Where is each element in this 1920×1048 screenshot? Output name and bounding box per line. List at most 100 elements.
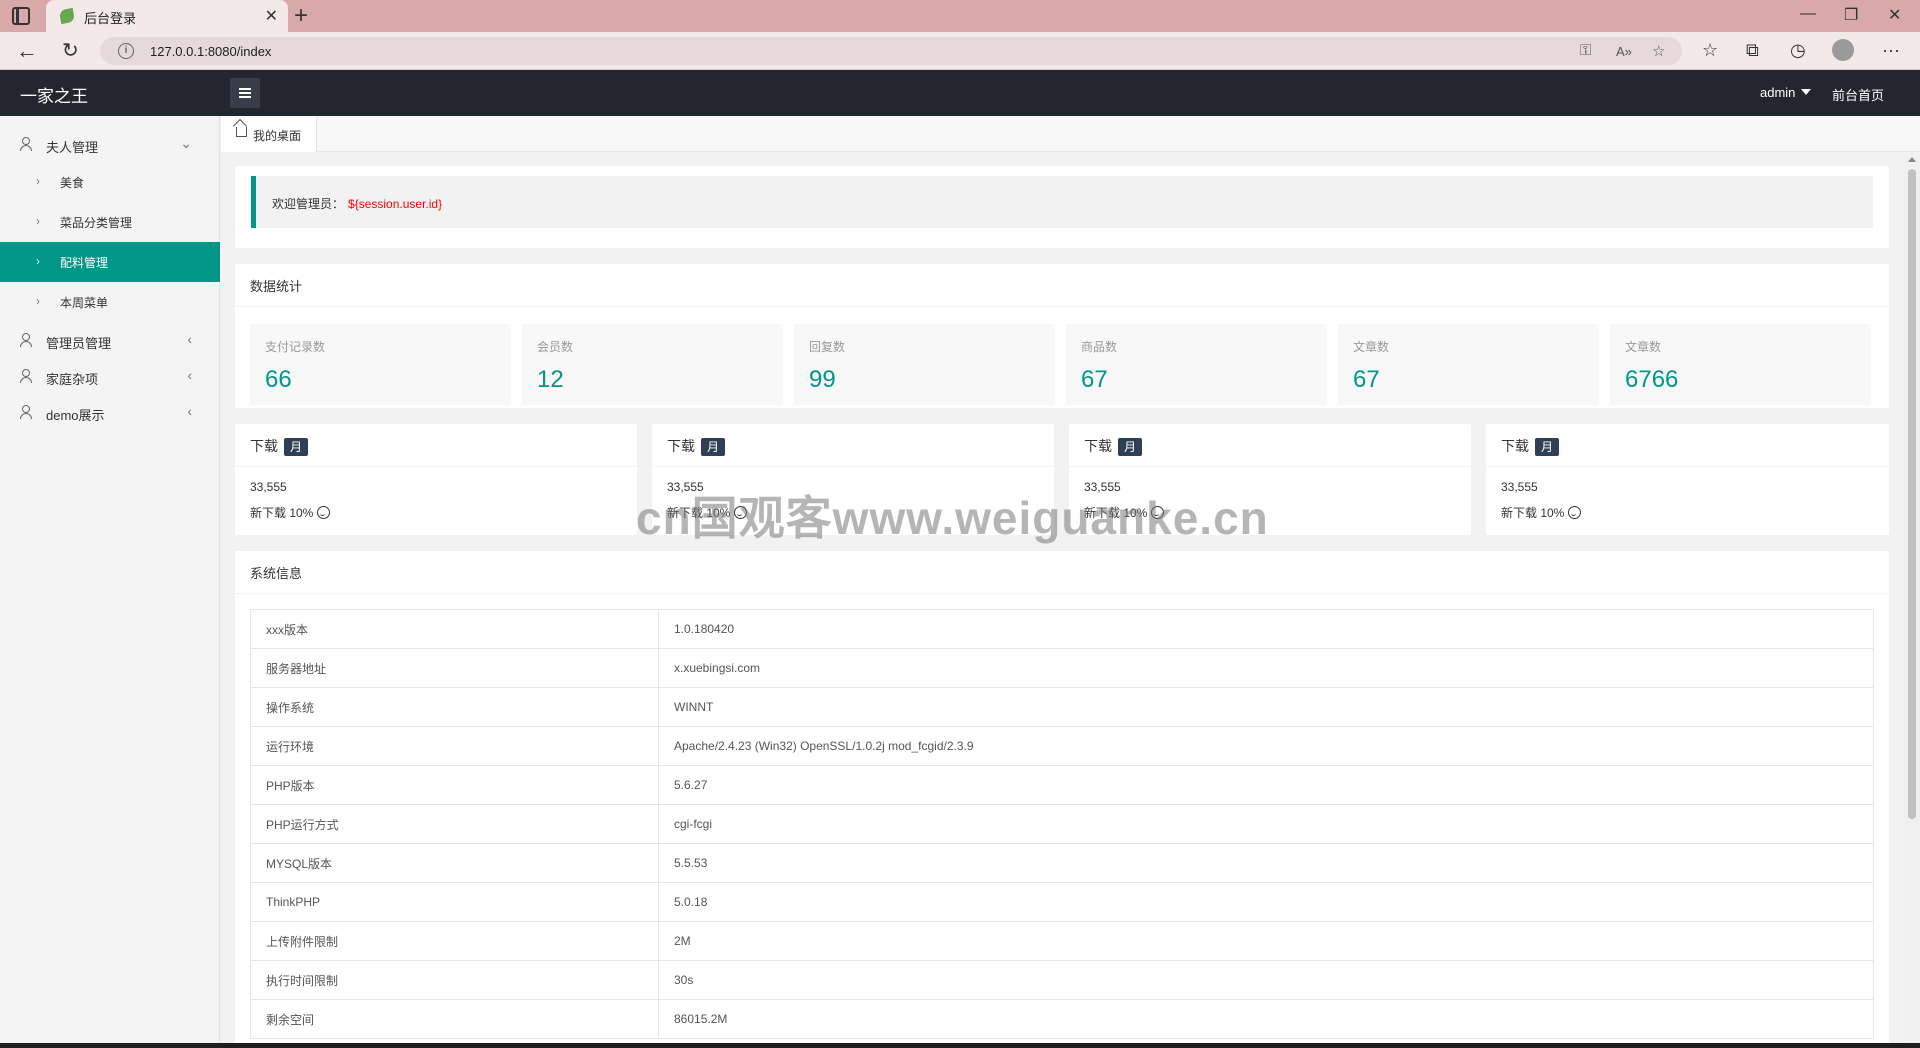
menu-toggle-button[interactable] [230,78,260,108]
browser-tab[interactable]: 后台登录 ✕ [46,0,288,32]
stat-value: 66 [265,366,292,393]
collections-icon[interactable]: ⧉ [1746,40,1759,61]
chevron-left-icon: ‹ [187,403,192,419]
sidebar-group-admin[interactable]: 管理员管理 ‹ [0,322,220,358]
more-icon[interactable]: ··· [1882,40,1900,61]
url-text: 127.0.0.1:8080/index [150,44,272,59]
read-aloud-icon[interactable]: A» [1616,44,1632,59]
stat-payments[interactable]: 支付记录数 66 [250,324,511,405]
chevron-right-icon: › [36,174,40,188]
table-row: 执行时间限制 30s [250,960,1874,1000]
history-icon[interactable]: ◷ [1790,40,1806,61]
sidebar-group-label: 家庭杂项 [46,372,99,387]
info-value: 5.0.18 [658,882,1874,922]
download-sub: 新下载 10% [250,504,331,521]
front-home-link[interactable]: 前台首页 [1832,85,1884,104]
download-number: 33,555 [250,480,287,494]
stat-articles[interactable]: 文章数 67 [1338,324,1599,405]
info-key: xxx版本 [250,609,659,649]
reload-icon[interactable]: ↻ [62,38,79,63]
stat-value: 12 [537,366,564,393]
stat-products[interactable]: 商品数 67 [1066,324,1327,405]
watermark: cn国观客www.weiguanke.cn [636,492,1269,544]
url-field[interactable]: i 127.0.0.1:8080/index ⚿ A» ☆ [100,37,1682,65]
sidebar-group-demo[interactable]: demo展示 ‹ [0,394,220,430]
stat-label: 文章数 [1625,340,1662,354]
divider [652,466,1054,467]
download-title-text: 下载 [250,438,278,454]
download-sub-text: 新下载 10% [1501,506,1565,520]
sidebar-item-label: 本周菜单 [60,296,109,310]
sidebar-group-household[interactable]: 家庭杂项 ‹ [0,358,220,394]
brand-logo[interactable]: 一家之王 [20,82,88,107]
table-row: MYSQL版本 5.5.53 [250,843,1874,883]
download-title-text: 下载 [1084,438,1112,454]
table-row: PHP运行方式 cgi-fcgi [250,804,1874,844]
stat-label: 会员数 [537,340,574,354]
stat-articles-2[interactable]: 文章数 6766 [1610,324,1871,405]
stats-title: 数据统计 [250,279,303,294]
system-info-table: xxx版本 1.0.180420 服务器地址 x.xuebingsi.com 操作系… [250,609,1874,1039]
info-value: WINNT [658,687,1874,727]
stat-replies[interactable]: 回复数 99 [794,324,1055,405]
info-key: 操作系统 [250,687,659,727]
info-key: ThinkPHP [250,882,659,922]
scroll-up-icon[interactable] [1908,157,1916,162]
sidebar-group-label: 夫人管理 [46,140,99,155]
back-icon[interactable]: ← [16,38,38,64]
info-value: 2M [658,921,1874,961]
table-row: 服务器地址 x.xuebingsi.com [250,648,1874,688]
welcome-card: 欢迎管理员： ${session.user.id} [235,166,1889,248]
divider [1486,466,1889,467]
info-value: x.xuebingsi.com [658,648,1874,688]
restore-icon[interactable]: ❐ [1844,5,1858,25]
sidebar-item-label: 菜品分类管理 [60,216,133,230]
table-row: 运行环境 Apache/2.4.23 (Win32) OpenSSL/1.0.2j… [250,726,1874,766]
user-menu[interactable]: admin [1760,85,1812,100]
new-tab-icon[interactable]: + [294,2,308,30]
download-title-text: 下载 [667,438,695,454]
browser-tab-title: 后台登录 [84,11,137,26]
table-row: ThinkPHP 5.0.18 [250,882,1874,922]
download-card: 下载月 33,555 新下载 10% [1486,424,1889,535]
sidebar-item-weekly-menu[interactable]: › 本周菜单 [0,282,220,322]
favorites-icon[interactable]: ☆ [1702,40,1718,61]
divider [235,306,1889,307]
password-key-icon[interactable]: ⚿ [1580,42,1591,59]
info-value: 30s [658,960,1874,1000]
welcome-quote: 欢迎管理员： ${session.user.id} [251,176,1873,228]
info-key: PHP版本 [250,765,659,805]
page-scrollbar[interactable] [1904,153,1920,1043]
info-value: 1.0.180420 [658,609,1874,649]
stat-members[interactable]: 会员数 12 [522,324,783,405]
download-title: 下载月 [250,436,309,456]
smile-icon [1568,506,1582,519]
chevron-down-icon: ⌄ [180,135,192,151]
tab-actions-icon[interactable] [12,7,30,25]
close-tab-icon[interactable]: ✕ [265,6,278,26]
sidebar-group-wife[interactable]: 夫人管理 ⌄ [0,126,220,162]
site-info-icon[interactable]: i [118,43,134,59]
table-row: 剩余空间 86015.2M [250,999,1874,1039]
browser-tab-bar: 后台登录 ✕ + — ❐ ✕ [0,0,1920,32]
sidebar-item-ingredients[interactable]: › 配料管理 [0,242,220,282]
close-window-icon[interactable]: ✕ [1888,5,1901,25]
user-icon [20,405,32,419]
user-icon [20,369,32,383]
spring-leaf-icon [58,7,76,25]
stat-value: 67 [1081,366,1108,393]
chevron-left-icon: ‹ [187,331,192,347]
table-row: xxx版本 1.0.180420 [250,609,1874,649]
minimize-icon[interactable]: — [1800,5,1816,23]
tab-my-desktop[interactable]: 我的桌面 [221,116,317,152]
smile-icon [317,506,331,519]
chevron-right-icon: › [36,254,40,268]
sidebar-item-dish-category[interactable]: › 菜品分类管理 [0,202,220,242]
divider [1069,466,1471,467]
scrollbar-thumb[interactable] [1908,169,1916,819]
system-info-card: 系统信息 xxx版本 1.0.180420 服务器地址 x.xuebingsi.co… [235,551,1889,1048]
info-value: 86015.2M [658,999,1874,1039]
favorite-add-icon[interactable]: ☆ [1652,42,1665,60]
sidebar-item-food[interactable]: › 美食 [0,162,220,202]
profile-avatar[interactable] [1832,39,1854,61]
